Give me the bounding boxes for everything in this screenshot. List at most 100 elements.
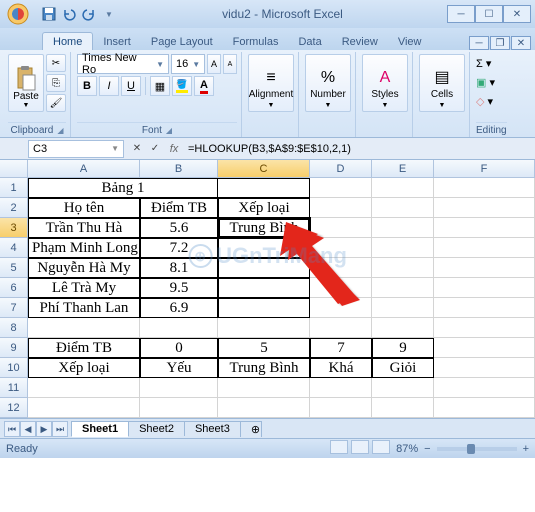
- row-header-2[interactable]: 2: [0, 198, 28, 218]
- cell-D10[interactable]: Khá: [310, 358, 372, 378]
- alignment-button[interactable]: ≡ Alignment▼: [248, 54, 294, 112]
- cell-C8[interactable]: [218, 318, 310, 338]
- row-header-10[interactable]: 10: [0, 358, 28, 378]
- cell-A2[interactable]: Họ tên: [28, 198, 140, 218]
- font-name-select[interactable]: Times New Ro▼: [77, 54, 169, 74]
- cell-F10[interactable]: [434, 358, 535, 378]
- maximize-button[interactable]: ☐: [475, 5, 503, 23]
- row-header-8[interactable]: 8: [0, 318, 28, 338]
- cell-F4[interactable]: [434, 238, 535, 258]
- cell-C7[interactable]: [218, 298, 310, 318]
- fill-color-button[interactable]: 🪣: [172, 76, 192, 96]
- col-header-B[interactable]: B: [140, 160, 218, 177]
- cell-D9[interactable]: 7: [310, 338, 372, 358]
- name-box[interactable]: C3▼: [28, 140, 124, 158]
- sheet-tab-new[interactable]: ⊕: [240, 421, 262, 437]
- doc-restore-button[interactable]: ❐: [490, 36, 510, 50]
- cancel-formula-button[interactable]: ✕: [128, 140, 146, 158]
- row-header-7[interactable]: 7: [0, 298, 28, 318]
- cell-E3[interactable]: [372, 218, 434, 238]
- cell-E8[interactable]: [372, 318, 434, 338]
- cell-E10[interactable]: Giỏi: [372, 358, 434, 378]
- cell-E4[interactable]: [372, 238, 434, 258]
- row-header-12[interactable]: 12: [0, 398, 28, 418]
- fill-button[interactable]: ▣ ▾: [476, 76, 495, 89]
- cell-B9[interactable]: 0: [140, 338, 218, 358]
- cell-F1[interactable]: [434, 178, 535, 198]
- cell-C1[interactable]: [218, 178, 310, 198]
- col-header-E[interactable]: E: [372, 160, 434, 177]
- font-size-select[interactable]: 16▼: [171, 54, 205, 74]
- minimize-button[interactable]: ─: [447, 5, 475, 23]
- cell-E7[interactable]: [372, 298, 434, 318]
- cell-E1[interactable]: [372, 178, 434, 198]
- font-color-button[interactable]: A: [194, 76, 214, 96]
- cell-D12[interactable]: [310, 398, 372, 418]
- format-painter-button[interactable]: 🖌: [46, 94, 66, 112]
- cell-A6[interactable]: Lê Trà My: [28, 278, 140, 298]
- undo-icon[interactable]: [60, 5, 78, 23]
- cell-F11[interactable]: [434, 378, 535, 398]
- cell-E5[interactable]: [372, 258, 434, 278]
- cell-F3[interactable]: [434, 218, 535, 238]
- formula-input[interactable]: [184, 143, 535, 155]
- cell-C5[interactable]: [218, 258, 310, 278]
- cell-B2[interactable]: Điểm TB: [140, 198, 218, 218]
- col-header-C[interactable]: C: [218, 160, 310, 177]
- cell-E9[interactable]: 9: [372, 338, 434, 358]
- cell-A3[interactable]: Trần Thu Hà: [28, 218, 140, 238]
- view-pagelayout-button[interactable]: [351, 440, 369, 454]
- underline-button[interactable]: U: [121, 76, 141, 96]
- tab-review[interactable]: Review: [332, 33, 388, 50]
- enter-formula-button[interactable]: ✓: [146, 140, 164, 158]
- cell-A7[interactable]: Phí Thanh Lan: [28, 298, 140, 318]
- zoom-in-button[interactable]: +: [523, 443, 529, 455]
- cell-A5[interactable]: Nguyễn Hà My: [28, 258, 140, 278]
- cell-C6[interactable]: [218, 278, 310, 298]
- clear-button[interactable]: ◇ ▾: [476, 95, 493, 108]
- cell-D7[interactable]: [310, 298, 372, 318]
- zoom-level[interactable]: 87%: [396, 443, 418, 455]
- bold-button[interactable]: B: [77, 76, 97, 96]
- cell-B8[interactable]: [140, 318, 218, 338]
- shrink-font-button[interactable]: A: [223, 54, 237, 74]
- close-button[interactable]: ✕: [503, 5, 531, 23]
- cell-A12[interactable]: [28, 398, 140, 418]
- cell-A4[interactable]: Phạm Minh Long: [28, 238, 140, 258]
- row-header-1[interactable]: 1: [0, 178, 28, 198]
- cell-A9[interactable]: Điểm TB: [28, 338, 140, 358]
- cell-C2[interactable]: Xếp loại: [218, 198, 310, 218]
- cell-C12[interactable]: [218, 398, 310, 418]
- row-header-6[interactable]: 6: [0, 278, 28, 298]
- cell-F6[interactable]: [434, 278, 535, 298]
- tab-nav-last[interactable]: ⏭: [52, 421, 68, 437]
- cell-B11[interactable]: [140, 378, 218, 398]
- cell-D8[interactable]: [310, 318, 372, 338]
- tab-view[interactable]: View: [388, 33, 432, 50]
- cell-B12[interactable]: [140, 398, 218, 418]
- cell-A1[interactable]: Bảng 1: [28, 178, 218, 198]
- cell-C3-active[interactable]: Trung Bình: [218, 218, 310, 238]
- number-button[interactable]: % Number▼: [305, 54, 351, 112]
- cell-D2[interactable]: [310, 198, 372, 218]
- cell-D3[interactable]: [310, 218, 372, 238]
- cell-A8[interactable]: [28, 318, 140, 338]
- copy-button[interactable]: ⎘: [46, 74, 66, 92]
- tab-nav-prev[interactable]: ◀: [20, 421, 36, 437]
- row-header-5[interactable]: 5: [0, 258, 28, 278]
- col-header-A[interactable]: A: [28, 160, 140, 177]
- qat-dropdown-icon[interactable]: ▼: [100, 5, 118, 23]
- styles-button[interactable]: A Styles▼: [362, 54, 408, 112]
- cell-A11[interactable]: [28, 378, 140, 398]
- cut-button[interactable]: ✂: [46, 54, 66, 72]
- cell-F9[interactable]: [434, 338, 535, 358]
- cell-C10[interactable]: Trung Bình: [218, 358, 310, 378]
- cell-F12[interactable]: [434, 398, 535, 418]
- tab-data[interactable]: Data: [288, 33, 331, 50]
- zoom-slider[interactable]: [437, 447, 517, 451]
- doc-close-button[interactable]: ✕: [511, 36, 531, 50]
- row-header-4[interactable]: 4: [0, 238, 28, 258]
- cell-B7[interactable]: 6.9: [140, 298, 218, 318]
- font-launcher[interactable]: ◢: [166, 126, 172, 135]
- cell-D11[interactable]: [310, 378, 372, 398]
